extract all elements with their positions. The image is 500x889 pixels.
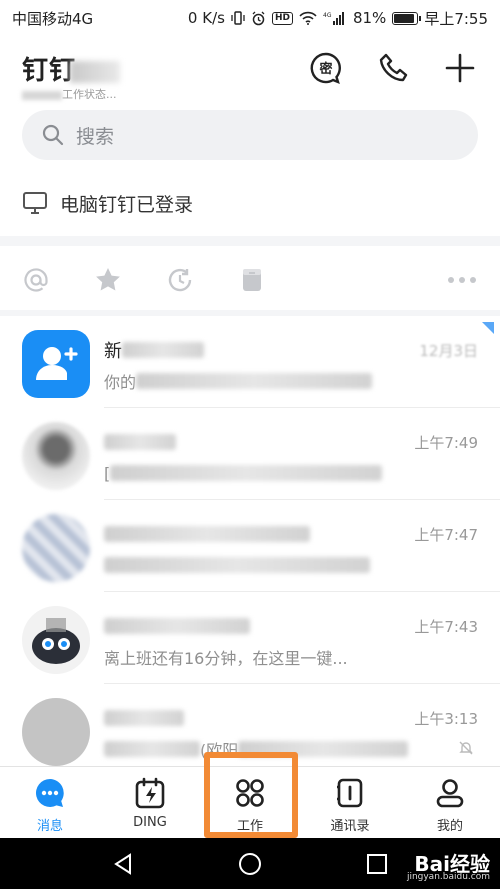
search-input[interactable]: 搜索 (22, 110, 478, 160)
home-button[interactable] (228, 842, 272, 886)
phone-icon (379, 53, 408, 82)
svg-text:4G: 4G (323, 12, 332, 19)
more-icon (448, 277, 476, 283)
conversation-preview: [ (104, 462, 383, 484)
watermark-url: jingyan.baidu.com (406, 872, 490, 882)
more-filter[interactable] (446, 264, 478, 296)
app-header: 钉钉 工作状态... 密 (0, 36, 500, 102)
tab-label: 我的 (436, 819, 463, 834)
star-icon (96, 268, 120, 291)
work-status[interactable]: 工作状态... (22, 86, 117, 102)
conversation-preview: 你的 (104, 370, 373, 392)
conversation-time: 上午7:49 (414, 434, 478, 452)
conversation-time: 12月3日 (419, 342, 478, 360)
archive-icon (243, 269, 261, 291)
tab-messages[interactable]: 消息 (0, 767, 100, 838)
filter-bar (0, 250, 500, 310)
avatar (22, 514, 90, 582)
back-icon (114, 852, 132, 875)
hd-icon: HD (271, 11, 293, 25)
wifi-icon (299, 11, 317, 25)
conversation-preview: (欧阳 (104, 738, 409, 760)
secret-chat-icon: 密 (310, 52, 341, 85)
conversation-item[interactable]: [ 上午7:49 (0, 408, 500, 500)
battery-icon (392, 11, 422, 25)
conversation-preview (104, 554, 370, 576)
tab-label: 消息 (36, 819, 63, 834)
secret-chat-button[interactable]: 密 (306, 48, 346, 88)
signal-icon: 4G (323, 11, 347, 25)
conversation-time: 上午7:47 (414, 526, 478, 544)
tab-ding[interactable]: DING (100, 767, 200, 838)
conversation-list: 新 你的 12月3日 [ 上午7:49 上午7:47 离上班还有16分钟，在这里… (0, 316, 500, 776)
recent-filter[interactable] (164, 264, 196, 296)
tab-me[interactable]: 我的 (400, 767, 500, 838)
conversation-name (104, 614, 250, 638)
recents-button[interactable] (355, 842, 399, 886)
clock: 早上7:55 (424, 9, 488, 28)
pc-login-banner[interactable]: 电脑钉钉已登录 (22, 184, 193, 222)
tab-label: 通讯录 (330, 819, 370, 834)
robot-avatar-icon (32, 618, 80, 664)
status-bar: 中国移动4G 0 K/s HD 4G 81% 早上7:55 (0, 0, 500, 36)
conversation-name (104, 522, 310, 546)
alarm-icon (251, 11, 266, 26)
section-divider (0, 236, 500, 246)
tab-contacts[interactable]: 通讯录 (300, 767, 400, 838)
conversation-time: 上午3:13 (414, 710, 478, 728)
network-speed: 0 K/s (187, 9, 225, 27)
conversation-item[interactable]: 新 你的 12月3日 (0, 316, 500, 408)
search-icon (42, 124, 64, 146)
recents-icon (366, 853, 387, 874)
unread-filter[interactable] (236, 264, 268, 296)
ding-icon (135, 777, 165, 809)
history-icon (168, 268, 192, 292)
conversation-name (104, 430, 176, 454)
search-placeholder: 搜索 (76, 125, 115, 148)
mute-icon (458, 740, 474, 760)
conversation-name: 新 (104, 338, 204, 362)
conversation-time: 上午7:43 (414, 618, 478, 636)
pc-login-text: 电脑钉钉已登录 (60, 193, 194, 216)
avatar (22, 606, 90, 674)
at-icon (24, 268, 48, 292)
org-title[interactable]: 钉钉 (22, 50, 121, 87)
carrier-label: 中国移动4G (12, 9, 94, 28)
avatar (22, 422, 90, 490)
tab-label: 工作 (236, 819, 263, 834)
avatar (22, 330, 90, 398)
conversation-item[interactable]: 上午7:47 (0, 500, 500, 592)
conversation-item[interactable]: 离上班还有16分钟，在这里一键... 上午7:43 (0, 592, 500, 684)
add-button[interactable] (440, 48, 480, 88)
plus-icon (445, 53, 475, 83)
vibrate-icon (231, 11, 245, 25)
workbench-icon (236, 779, 264, 807)
bottom-tab-bar: 消息 DING 工作 通讯录 我的 (0, 766, 500, 838)
contacts-icon (337, 778, 363, 808)
pinned-flag (482, 322, 494, 334)
tab-label: DING (133, 815, 167, 830)
starred-filter[interactable] (92, 264, 124, 296)
mention-filter[interactable] (20, 264, 52, 296)
battery-percent: 81% (352, 9, 387, 27)
home-icon (238, 852, 261, 875)
svg-text:密: 密 (318, 61, 332, 77)
new-friend-icon (36, 347, 78, 380)
avatar (22, 698, 90, 766)
desktop-icon (23, 192, 47, 214)
conversation-name (104, 706, 184, 730)
profile-icon (436, 779, 464, 808)
message-icon (36, 779, 64, 807)
conversation-preview: 离上班还有16分钟，在这里一键... (104, 649, 348, 668)
conversation-item[interactable]: (欧阳 上午3:13 (0, 684, 500, 776)
back-button[interactable] (101, 842, 145, 886)
call-button[interactable] (374, 48, 414, 88)
tab-work[interactable]: 工作 (200, 767, 300, 838)
